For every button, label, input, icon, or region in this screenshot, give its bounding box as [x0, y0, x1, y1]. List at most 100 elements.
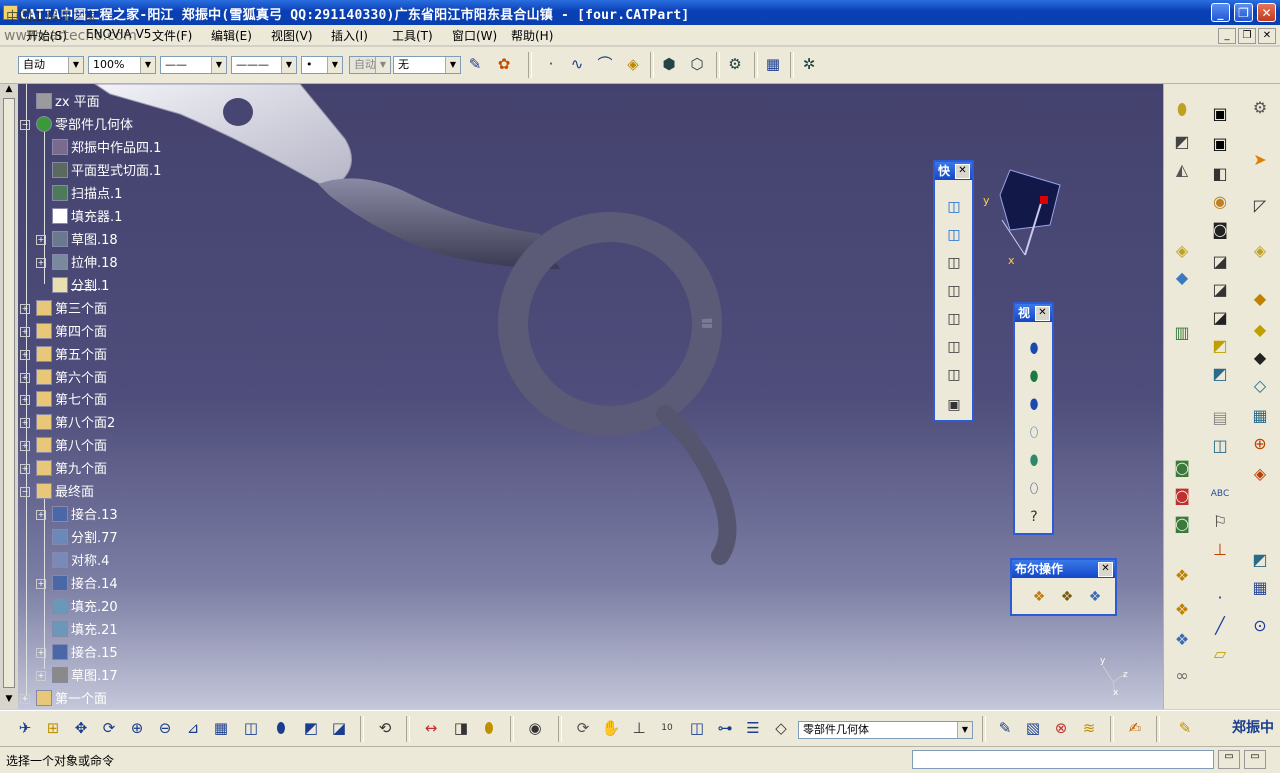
wireframe-icon[interactable]: ⬯ [1023, 478, 1045, 500]
expand-icon[interactable]: + [36, 258, 46, 268]
sew-surface-icon[interactable]: ◆ [1248, 318, 1272, 342]
expand-icon[interactable]: + [20, 464, 30, 474]
settings-gear-icon[interactable]: ⚙ [1248, 96, 1272, 120]
sketch-analysis-icon[interactable]: ⊶ [714, 717, 736, 739]
tree-node-feature[interactable]: 填充.20 [52, 596, 118, 616]
tree-node-feature[interactable]: + 接合.15 [36, 642, 118, 662]
top-view-icon[interactable]: ◫ [943, 336, 965, 358]
tree-node-geom-set[interactable]: + 第七个面 [20, 389, 107, 409]
status-button[interactable]: ▭ [1244, 750, 1266, 769]
scroll-down-icon[interactable]: ▼ [2, 694, 16, 706]
thread-icon[interactable]: ▥ [1170, 321, 1194, 345]
expand-icon[interactable]: + [20, 327, 30, 337]
translation-icon[interactable]: ◩ [1208, 362, 1232, 386]
tree-node-geom-set[interactable]: + 第八个面2 [20, 412, 115, 432]
list-icon[interactable]: ☰ [742, 717, 764, 739]
compass-widget[interactable]: y x [980, 160, 1090, 273]
hand-icon[interactable]: ✋ [600, 717, 622, 739]
menu-file[interactable]: 文件(F) [152, 27, 192, 44]
plane-tool-icon[interactable]: ▱ [1208, 642, 1232, 666]
point-dot-icon[interactable]: · [1208, 586, 1232, 610]
tree-node-feature[interactable]: + 草图.17 [36, 665, 118, 685]
tree-node-geom-set[interactable]: − 最终面 [20, 481, 94, 501]
table-icon[interactable]: ▦ [762, 53, 784, 75]
layer-combo[interactable]: 无 ▼ [393, 56, 461, 74]
menu-window[interactable]: 窗口(W) [452, 27, 497, 44]
binary-icon[interactable]: 10 [656, 717, 678, 739]
flag-icon[interactable]: ⚐ [1208, 510, 1232, 534]
boolean-icon[interactable]: ❖ [1170, 628, 1194, 652]
expand-icon[interactable]: + [20, 395, 30, 405]
expand-icon[interactable]: + [20, 373, 30, 383]
color-combo[interactable]: 自动 ▼ [18, 56, 84, 74]
rib-icon[interactable]: ◙ [1208, 218, 1232, 242]
text-abc-icon[interactable]: ABC [1208, 482, 1232, 506]
annotation-icon[interactable]: ◙ [1170, 512, 1194, 536]
menu-help[interactable]: 帮助(H) [511, 27, 553, 44]
extrude-tool-icon[interactable]: ▣ [1208, 102, 1232, 126]
hide-show-icon[interactable]: ◩ [300, 717, 322, 739]
scroll-thumb[interactable] [3, 98, 15, 688]
work-object-combo[interactable]: 零部件几何体 ▼ [798, 721, 973, 739]
menu-insert[interactable]: 插入(I) [331, 27, 368, 44]
command-input[interactable] [912, 750, 1214, 769]
map-icon[interactable]: ▧ [1022, 717, 1044, 739]
measure-item-icon[interactable]: ◨ [450, 717, 472, 739]
fillet-icon[interactable]: ◈ [1170, 239, 1194, 263]
snap-icon[interactable]: ⊙ [1248, 614, 1272, 638]
collapse-icon[interactable]: − [20, 120, 30, 130]
body-insert-icon[interactable]: ⬡ [686, 53, 708, 75]
tree-node-geom-set[interactable]: + 第一个面 [20, 688, 107, 708]
expand-icon[interactable]: + [36, 671, 46, 681]
tree-node-feature[interactable]: 填充.21 [52, 619, 118, 639]
chain-icon[interactable]: ∞ [1170, 664, 1194, 688]
zoom-in-icon[interactable]: ⊕ [126, 717, 148, 739]
material-icon[interactable]: ⬮ [1023, 450, 1045, 472]
measure-between-icon[interactable]: ↔ [420, 717, 442, 739]
expand-icon[interactable]: + [20, 304, 30, 314]
tree-node-geom-set[interactable]: + 第四个面 [20, 321, 107, 341]
fit-all-icon[interactable]: ⊞ [42, 717, 64, 739]
measure-icon[interactable]: ⚙ [724, 53, 746, 75]
tree-node-feature[interactable]: 填充器.1 [52, 206, 122, 226]
close-icon[interactable]: ✕ [1098, 562, 1113, 577]
minimize-button[interactable]: _ [1211, 3, 1230, 22]
constraint-icon[interactable]: ◙ [1170, 456, 1194, 480]
scroll-up-icon[interactable]: ▲ [2, 84, 16, 96]
pad-icon[interactable]: ◩ [1170, 130, 1194, 154]
graphic-props-icon[interactable]: ✿ [493, 53, 515, 75]
constraint-dialog-icon[interactable]: ◙ [1170, 484, 1194, 508]
shading-no-edges-icon[interactable]: ⬮ [1023, 394, 1045, 416]
quick-view-toolbar-title[interactable]: 快 ✕ [935, 162, 972, 180]
capture-area-icon[interactable]: ⊗ [1050, 717, 1072, 739]
groove-icon[interactable]: ◧ [1208, 162, 1232, 186]
shell-icon[interactable]: ◪ [1208, 250, 1232, 274]
tree-node-feature[interactable]: 扫描点.1 [52, 183, 122, 203]
thick-surface-icon[interactable]: ◩ [1208, 334, 1232, 358]
collapse-icon[interactable]: − [20, 487, 30, 497]
draft-icon[interactable]: ◆ [1170, 266, 1194, 290]
tree-node-geom-set[interactable]: + 第八个面 [20, 435, 107, 455]
analysis-icon[interactable]: ✲ [798, 53, 820, 75]
tree-node-feature[interactable]: 分割.77 [52, 527, 118, 547]
measure-tool-icon[interactable]: ◈ [1248, 462, 1272, 486]
tree-node-feature[interactable]: + 接合.13 [36, 504, 118, 524]
body-tool-icon[interactable]: ❖ [1170, 598, 1194, 622]
sketcher-icon[interactable]: ⬮ [1170, 98, 1194, 122]
tree-scrollbar[interactable]: ▲ ▼ [0, 84, 18, 709]
close-button[interactable]: ✕ [1257, 3, 1276, 22]
pan-icon[interactable]: ✥ [70, 717, 92, 739]
iso-view-icon[interactable]: ◫ [240, 717, 262, 739]
close-icon[interactable]: ✕ [955, 164, 970, 179]
shading-edges-icon[interactable]: ⬮ [1023, 366, 1045, 388]
expand-icon[interactable]: + [20, 350, 30, 360]
expand-icon[interactable]: + [20, 418, 30, 428]
layers-icon[interactable]: ≋ [1078, 717, 1100, 739]
thickness-icon[interactable]: ◪ [1208, 278, 1232, 302]
painter-icon[interactable]: ✎ [464, 53, 486, 75]
hidden-edges-icon[interactable]: ⬯ [1023, 422, 1045, 444]
customize-view-icon[interactable]: ? [1023, 506, 1045, 528]
iso-view-icon[interactable]: ◫ [943, 196, 965, 218]
eraser-icon[interactable]: ◈ [622, 53, 644, 75]
expand-icon[interactable]: + [36, 510, 46, 520]
